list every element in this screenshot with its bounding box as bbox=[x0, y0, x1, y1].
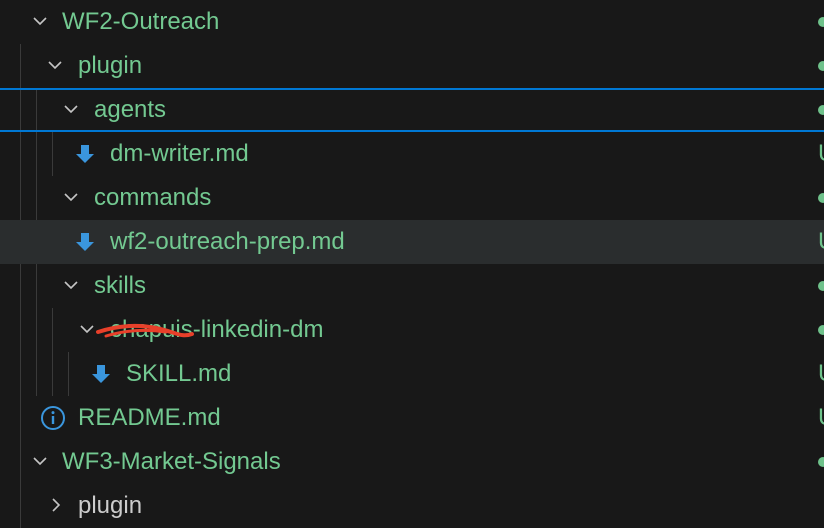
untracked-badge: U bbox=[818, 140, 824, 168]
untracked-badge: U bbox=[818, 228, 824, 256]
download-arrow-icon bbox=[74, 231, 96, 253]
tree-item-wf3-market-signals[interactable]: WF3-Market-Signals bbox=[0, 440, 824, 484]
redaction-scribble bbox=[96, 323, 194, 338]
download-arrow-icon bbox=[90, 363, 112, 385]
tree-item-skills[interactable]: skills bbox=[0, 264, 824, 308]
tree-item-commands[interactable]: commands bbox=[0, 176, 824, 220]
tree-item-wf2-outreach-prep[interactable]: wf2-outreach-prep.md U bbox=[0, 220, 824, 264]
tree-item-skill-md[interactable]: SKILL.md U bbox=[0, 352, 824, 396]
status-dot bbox=[818, 325, 824, 335]
folder-label: commands bbox=[94, 184, 212, 211]
tree-item-agents[interactable]: agents bbox=[0, 88, 824, 132]
untracked-badge: U bbox=[818, 404, 824, 432]
tree-item-dm-writer[interactable]: dm-writer.md U bbox=[0, 132, 824, 176]
folder-label: plugin bbox=[78, 492, 143, 519]
tree-item-plugin-collapsed[interactable]: plugin bbox=[0, 484, 824, 528]
info-icon bbox=[40, 405, 66, 431]
chevron-down-icon[interactable] bbox=[33, 14, 47, 28]
folder-label: plugin bbox=[78, 52, 143, 79]
untracked-badge: U bbox=[818, 360, 824, 388]
status-dot bbox=[818, 61, 824, 71]
file-label: README.md bbox=[78, 404, 221, 431]
chevron-down-icon[interactable] bbox=[64, 278, 78, 292]
chevron-right-icon[interactable] bbox=[49, 498, 63, 512]
chevron-down-icon[interactable] bbox=[33, 454, 47, 468]
status-dot bbox=[818, 17, 824, 27]
folder-label: agents bbox=[94, 96, 167, 123]
file-label: wf2-outreach-prep.md bbox=[110, 228, 345, 255]
file-label: dm-writer.md bbox=[110, 140, 249, 167]
status-dot bbox=[818, 105, 824, 115]
download-arrow-icon bbox=[74, 143, 96, 165]
chevron-down-icon[interactable] bbox=[48, 58, 62, 72]
status-dot bbox=[818, 457, 824, 467]
chevron-down-icon[interactable] bbox=[64, 102, 78, 116]
folder-label: WF2-Outreach bbox=[62, 8, 220, 35]
status-dot bbox=[818, 193, 824, 203]
tree-item-plugin[interactable]: plugin bbox=[0, 44, 824, 88]
file-label: SKILL.md bbox=[126, 360, 232, 387]
chevron-down-icon[interactable] bbox=[64, 190, 78, 204]
tree-item-readme[interactable]: README.md U bbox=[0, 396, 824, 440]
explorer-tree: WF2-Outreach plugin agents dm-writer.md … bbox=[0, 0, 824, 528]
status-dot bbox=[818, 281, 824, 291]
folder-label: skills bbox=[94, 272, 146, 299]
tree-item-chapuis-linkedin-dm[interactable]: chapuis-linkedin-dm bbox=[0, 308, 824, 352]
tree-item-wf2-outreach[interactable]: WF2-Outreach bbox=[0, 0, 824, 44]
folder-label: WF3-Market-Signals bbox=[62, 448, 281, 475]
chevron-down-icon[interactable] bbox=[80, 322, 94, 336]
